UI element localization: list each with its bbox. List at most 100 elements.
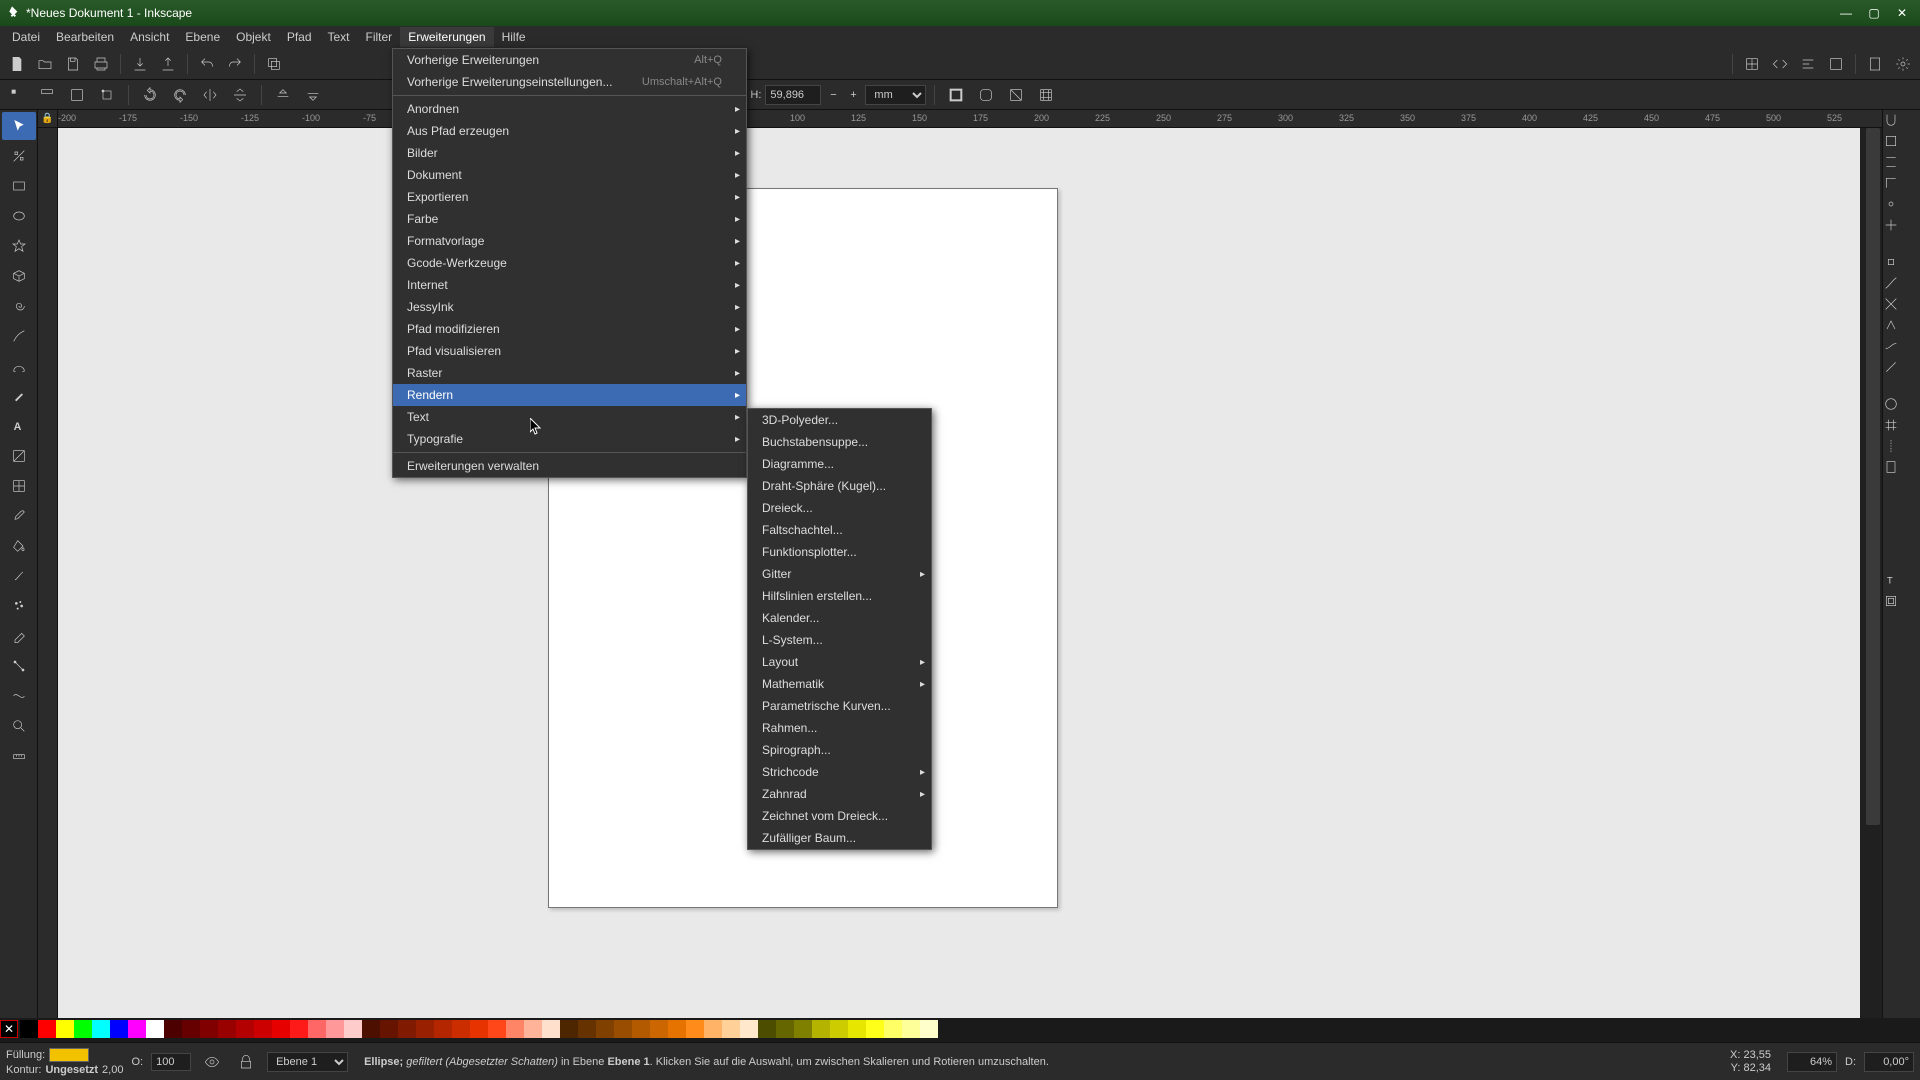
color-swatch[interactable] (200, 1020, 218, 1038)
snap-path[interactable] (1883, 275, 1920, 294)
ext-item[interactable]: Aus Pfad erzeugen (393, 120, 746, 142)
snap-page[interactable] (1883, 459, 1920, 478)
snap-text[interactable]: T (1883, 572, 1920, 591)
snap-edge[interactable] (1883, 154, 1920, 173)
menu-erweiterungen[interactable]: Erweiterungen (400, 27, 493, 47)
color-swatch[interactable] (218, 1020, 236, 1038)
color-swatch[interactable] (146, 1020, 164, 1038)
zoom-input[interactable] (1787, 1052, 1837, 1072)
menu-datei[interactable]: Datei (4, 27, 48, 47)
color-swatch[interactable] (812, 1020, 830, 1038)
color-swatch[interactable] (470, 1020, 488, 1038)
visibility-toggle[interactable] (199, 1049, 225, 1075)
3dbox-tool[interactable] (2, 262, 36, 290)
menu-ebene[interactable]: Ebene (177, 27, 228, 47)
color-swatch[interactable] (560, 1020, 578, 1038)
color-swatch[interactable] (506, 1020, 524, 1038)
ruler-lock-icon[interactable]: 🔒 (38, 110, 58, 128)
affect-pattern-button[interactable] (1033, 82, 1059, 108)
xml-button[interactable] (1767, 51, 1793, 77)
snap-other[interactable] (1883, 396, 1920, 415)
ext-item[interactable]: Pfad modifizieren (393, 318, 746, 340)
height-minus[interactable]: − (825, 82, 841, 108)
render-item[interactable]: Buchstabensuppe... (748, 431, 931, 453)
flip-v-button[interactable] (227, 82, 253, 108)
print-button[interactable] (88, 51, 114, 77)
canvas[interactable] (58, 128, 1860, 1022)
render-item[interactable]: Spirograph... (748, 739, 931, 761)
connector-tool[interactable] (2, 652, 36, 680)
color-swatch[interactable] (830, 1020, 848, 1038)
unit-select[interactable]: mm (865, 85, 926, 105)
color-swatch[interactable] (164, 1020, 182, 1038)
color-swatch[interactable] (866, 1020, 884, 1038)
affect-corners-button[interactable] (973, 82, 999, 108)
ext-item[interactable]: Typografie (393, 428, 746, 450)
lpe-tool[interactable] (2, 682, 36, 710)
color-swatch[interactable] (38, 1020, 56, 1038)
measure-tool[interactable] (2, 742, 36, 770)
sel-opt4[interactable] (94, 82, 120, 108)
color-swatch[interactable] (740, 1020, 758, 1038)
color-swatch[interactable] (128, 1020, 146, 1038)
render-item[interactable]: Layout (748, 651, 931, 673)
color-swatch[interactable] (308, 1020, 326, 1038)
select-tool[interactable] (2, 112, 36, 140)
color-swatch[interactable] (578, 1020, 596, 1038)
eraser-tool[interactable] (2, 622, 36, 650)
snap-toggle[interactable] (1883, 112, 1920, 131)
sel-opt1[interactable] (4, 82, 30, 108)
layer-select[interactable]: Ebene 1 (267, 1052, 348, 1072)
new-doc-button[interactable] (4, 51, 30, 77)
color-swatch[interactable] (254, 1020, 272, 1038)
color-swatch[interactable] (614, 1020, 632, 1038)
ext-item[interactable]: Anordnen (393, 98, 746, 120)
color-swatch[interactable] (182, 1020, 200, 1038)
render-item[interactable]: Draht-Sphäre (Kugel)... (748, 475, 931, 497)
raise-button[interactable] (270, 82, 296, 108)
snap-node[interactable] (1883, 254, 1920, 273)
bucket-tool[interactable] (2, 532, 36, 560)
render-item[interactable]: 3D-Polyeder... (748, 409, 931, 431)
color-swatch[interactable] (920, 1020, 938, 1038)
zoom-tool[interactable] (2, 712, 36, 740)
affect-gradient-button[interactable] (1003, 82, 1029, 108)
color-swatch[interactable] (56, 1020, 74, 1038)
ext-item[interactable]: JessyInk (393, 296, 746, 318)
close-button[interactable]: ✕ (1888, 3, 1916, 23)
color-swatch[interactable] (452, 1020, 470, 1038)
color-swatch[interactable] (272, 1020, 290, 1038)
menu-bearbeiten[interactable]: Bearbeiten (48, 27, 122, 47)
color-swatch[interactable] (650, 1020, 668, 1038)
render-item[interactable]: Mathematik (748, 673, 931, 695)
color-swatch[interactable] (110, 1020, 128, 1038)
menu-objekt[interactable]: Objekt (228, 27, 279, 47)
mesh-tool[interactable] (2, 472, 36, 500)
ellipse-tool[interactable] (2, 202, 36, 230)
snap-midpoint[interactable] (1883, 196, 1920, 215)
render-item[interactable]: Rahmen... (748, 717, 931, 739)
render-item[interactable]: Strichcode (748, 761, 931, 783)
ext-item[interactable]: Raster (393, 362, 746, 384)
color-swatch[interactable] (290, 1020, 308, 1038)
ext-item[interactable]: Bilder (393, 142, 746, 164)
no-color-swatch[interactable]: ✕ (0, 1020, 18, 1038)
ext-item[interactable]: Farbe (393, 208, 746, 230)
stroke-value[interactable]: Ungesetzt (45, 1064, 98, 1076)
node-tool[interactable] (2, 142, 36, 170)
redo-button[interactable] (222, 51, 248, 77)
ext-item[interactable]: Gcode-Werkzeuge (393, 252, 746, 274)
snap-grid[interactable] (1883, 417, 1920, 436)
flip-h-button[interactable] (197, 82, 223, 108)
snap-cusp[interactable] (1883, 317, 1920, 336)
color-swatch[interactable] (542, 1020, 560, 1038)
ext-item[interactable]: Text (393, 406, 746, 428)
rect-tool[interactable] (2, 172, 36, 200)
menu-pfad[interactable]: Pfad (279, 27, 320, 47)
snap-center[interactable] (1883, 217, 1920, 236)
pencil-tool[interactable] (2, 322, 36, 350)
affect-stroke-button[interactable] (943, 82, 969, 108)
bezier-tool[interactable] (2, 352, 36, 380)
render-item[interactable]: Zufälliger Baum... (748, 827, 931, 849)
color-swatch[interactable] (344, 1020, 362, 1038)
